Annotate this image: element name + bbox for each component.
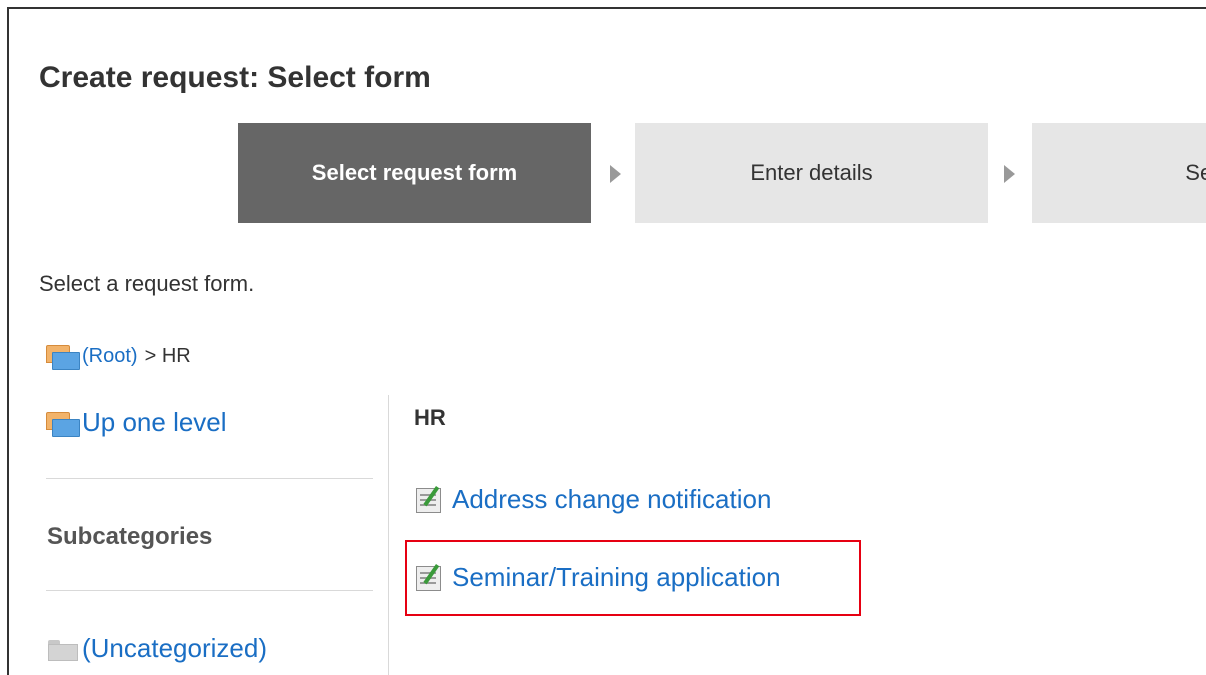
step-select-request-form: Select request form [238,123,591,223]
breadcrumb: (Root) > HR [46,343,191,370]
sidebar-divider [46,590,373,591]
form-item-address-change[interactable]: Address change notification [414,483,771,515]
page-title: Create request: Select form [39,61,431,94]
step-enter-details: Enter details [635,123,988,223]
step-arrow-icon [610,165,621,183]
subcategories-heading: Subcategories [47,523,213,550]
category-heading: HR [414,405,446,430]
up-one-level-link[interactable]: Up one level [82,407,227,438]
folder-open-icon [46,410,80,437]
column-divider [388,395,389,675]
step-set-route: Set r [1032,123,1206,223]
instruction-text: Select a request form. [39,271,255,296]
form-icon [414,561,450,593]
category-item-uncategorized[interactable]: (Uncategorized) [46,633,267,664]
category-link-uncategorized[interactable]: (Uncategorized) [82,633,267,664]
breadcrumb-current: > HR [144,344,191,367]
breadcrumb-root-link[interactable]: (Root) [82,345,138,368]
form-link-address-change[interactable]: Address change notification [452,484,771,515]
folder-gray-icon [46,636,80,662]
window-frame: Create request: Select form Select reque… [7,7,1206,675]
form-item-seminar-training[interactable]: Seminar/Training application [414,561,781,593]
form-link-seminar-training[interactable]: Seminar/Training application [452,562,781,593]
sidebar-divider [46,478,373,479]
up-one-level-item[interactable]: Up one level [46,407,227,438]
form-icon [414,483,450,515]
step-arrow-icon [1004,165,1015,183]
folder-open-icon [46,343,80,370]
